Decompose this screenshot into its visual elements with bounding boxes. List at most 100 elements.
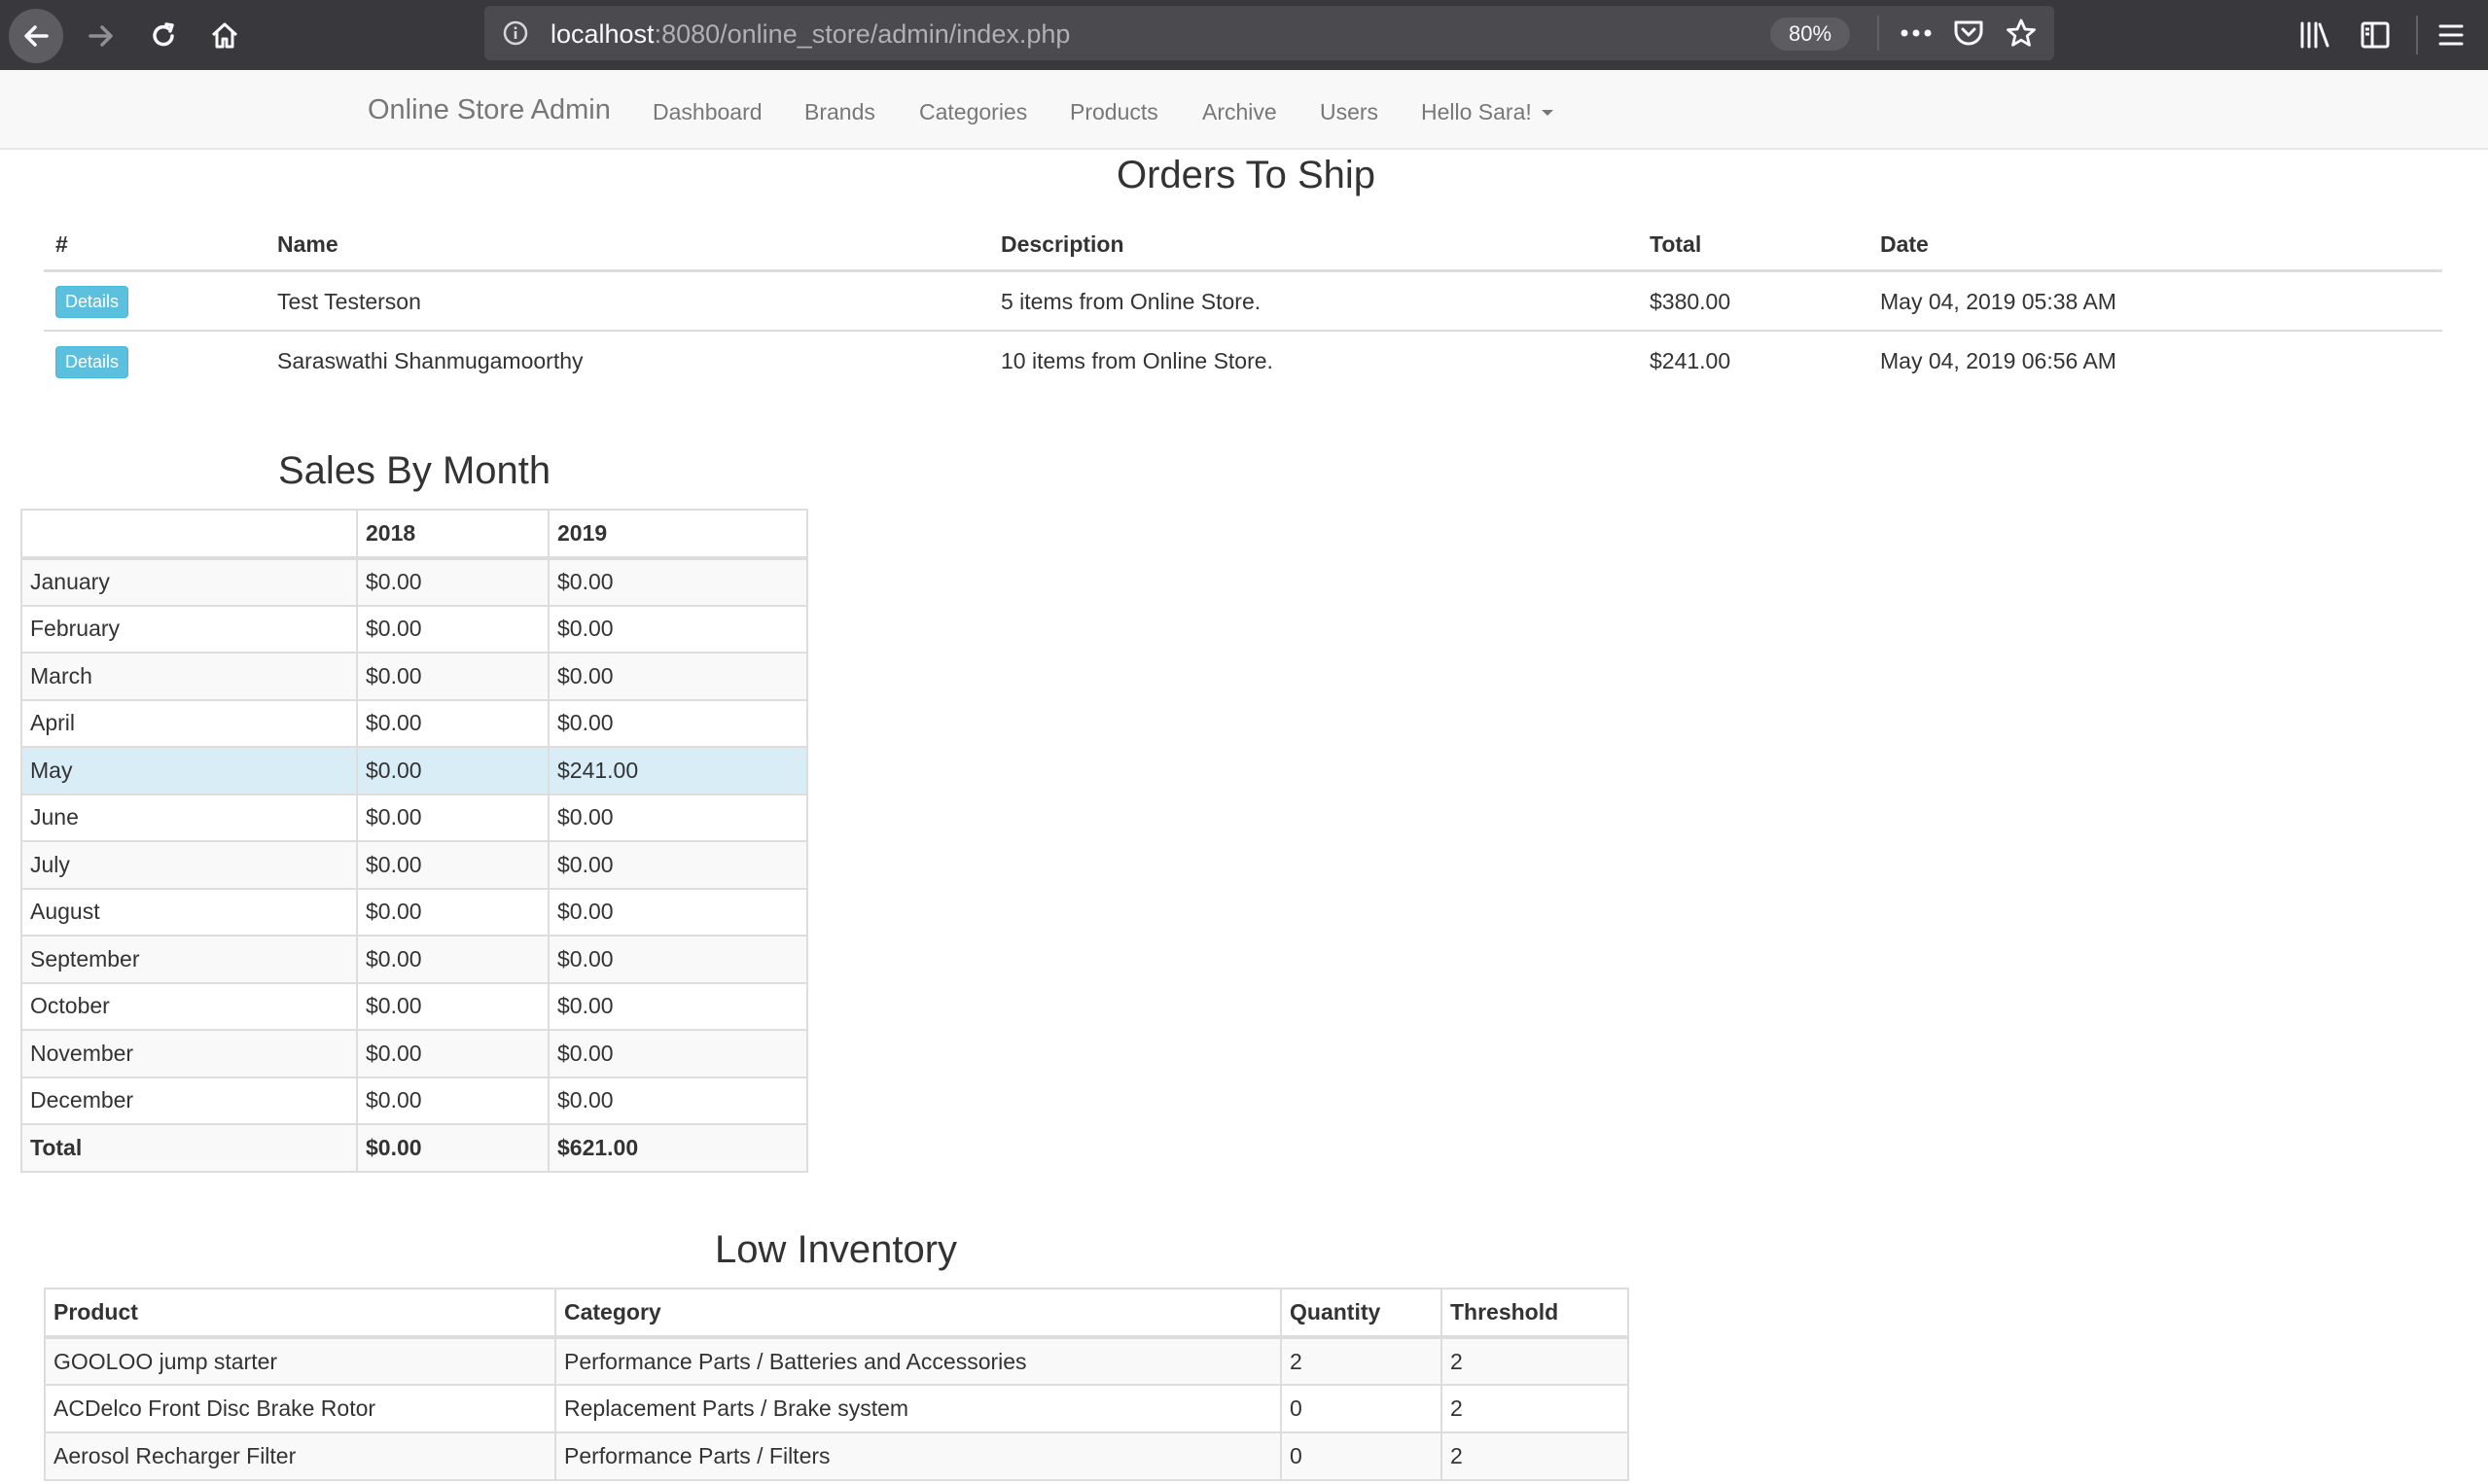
- inventory-table-body: GOOLOO jump starter Performance Parts / B…: [44, 1336, 1629, 1481]
- toolbar-separator: [2416, 16, 2418, 54]
- sales-value-2018: $0.00: [356, 1029, 550, 1078]
- sales-value-2019: $621.00: [548, 1123, 808, 1173]
- nav-link-users[interactable]: Users: [1320, 99, 1378, 125]
- star-icon: [2007, 18, 2036, 47]
- inventory-quantity: 0: [1280, 1384, 1442, 1433]
- caret-down-icon: [1541, 110, 1553, 116]
- sales-value-2018: $0.00: [356, 746, 550, 795]
- inventory-row: Aerosol Recharger Filter Performance Part…: [44, 1431, 1629, 1481]
- sales-month: November: [20, 1029, 358, 1078]
- details-button[interactable]: Details: [55, 346, 128, 378]
- main-menu-button[interactable]: [2432, 16, 2470, 54]
- order-row: Details Saraswathi Shanmugamoorthy 10 it…: [44, 332, 2442, 391]
- sales-value-2018: $0.00: [356, 557, 550, 607]
- sales-row: April $0.00 $0.00: [20, 698, 808, 748]
- sales-col-2019: 2019: [548, 509, 808, 560]
- orders-col-date: Date: [1880, 231, 1929, 257]
- nav-link-dashboard[interactable]: Dashboard: [653, 99, 763, 125]
- inventory-col-product: Product: [44, 1288, 556, 1339]
- sales-month: October: [20, 981, 358, 1031]
- home-button[interactable]: [197, 9, 252, 63]
- reload-button[interactable]: [136, 9, 191, 63]
- sales-row: January $0.00 $0.00: [20, 557, 808, 607]
- arrow-right-icon: [89, 25, 113, 47]
- sales-value-2019: $0.00: [548, 698, 808, 748]
- url-bar[interactable]: localhost:8080/online_store/admin/index.…: [484, 6, 2054, 60]
- sales-row: February $0.00 $0.00: [20, 604, 808, 654]
- sales-month: January: [20, 557, 358, 607]
- hamburger-menu-icon: [2438, 24, 2464, 46]
- sales-value-2019: $0.00: [548, 1029, 808, 1078]
- bookmark-star-button[interactable]: [2002, 16, 2041, 51]
- sales-month: June: [20, 793, 358, 842]
- sales-value-2018: $0.00: [356, 935, 550, 984]
- sales-col-2018: 2018: [356, 509, 550, 560]
- inventory-col-threshold: Threshold: [1440, 1288, 1629, 1339]
- inventory-quantity: 0: [1280, 1431, 1442, 1481]
- library-icon: [2300, 21, 2329, 49]
- inventory-threshold: 2: [1440, 1336, 1629, 1386]
- sales-month: December: [20, 1076, 358, 1125]
- order-name: Test Testerson: [277, 289, 421, 314]
- sales-value-2018: $0.00: [356, 840, 550, 890]
- sales-value-2018: $0.00: [356, 604, 550, 654]
- sidebar-icon: [2361, 21, 2390, 49]
- orders-col-total: Total: [1650, 231, 1702, 257]
- sales-title: Sales By Month: [278, 449, 551, 492]
- more-dots-icon: [1901, 29, 1932, 37]
- sales-month: May: [20, 746, 358, 795]
- sales-month: April: [20, 698, 358, 748]
- navbar-brand[interactable]: Online Store Admin: [368, 94, 611, 126]
- inventory-threshold: 2: [1440, 1384, 1629, 1433]
- url-separator: [1877, 16, 1879, 51]
- sales-value-2018: $0.00: [356, 652, 550, 701]
- inventory-category: Performance Parts / Batteries and Access…: [554, 1336, 1282, 1386]
- inventory-product: GOOLOO jump starter: [44, 1336, 556, 1386]
- orders-col-name: Name: [277, 231, 338, 257]
- info-icon: [503, 20, 528, 46]
- sales-table: 2018 2019 January $0.00 $0.00 February $0.00…: [20, 509, 808, 1173]
- sales-value-2019: $0.00: [548, 604, 808, 654]
- details-button[interactable]: Details: [55, 286, 128, 318]
- sales-value-2018: $0.00: [356, 1076, 550, 1125]
- zoom-level-badge[interactable]: 80%: [1770, 18, 1850, 51]
- library-button[interactable]: [2295, 16, 2334, 54]
- page-actions-button[interactable]: [1897, 16, 1936, 51]
- orders-col-description: Description: [1001, 231, 1124, 257]
- forward-button[interactable]: [74, 9, 128, 63]
- nav-link-brands[interactable]: Brands: [804, 99, 875, 125]
- sales-value-2019: $0.00: [548, 557, 808, 607]
- sales-month: March: [20, 652, 358, 701]
- sales-value-2019: $0.00: [548, 1076, 808, 1125]
- sales-value-2019: $0.00: [548, 652, 808, 701]
- sales-month: Total: [20, 1123, 358, 1173]
- url-text[interactable]: localhost:8080/online_store/admin/index.…: [551, 19, 1070, 50]
- pocket-button[interactable]: [1949, 16, 1988, 51]
- browser-toolbar: localhost:8080/online_store/admin/index.…: [0, 0, 2488, 70]
- sales-month: August: [20, 887, 358, 936]
- user-menu-dropdown[interactable]: Hello Sara!: [1421, 99, 1553, 125]
- inventory-table: Product Category Quantity Threshold GOOL…: [44, 1288, 1629, 1481]
- sales-row: March $0.00 $0.00: [20, 652, 808, 701]
- sales-value-2019: $0.00: [548, 935, 808, 984]
- sidebar-toggle-button[interactable]: [2356, 16, 2395, 54]
- nav-link-archive[interactable]: Archive: [1202, 99, 1277, 125]
- order-total: $241.00: [1650, 348, 1731, 373]
- orders-title: Orders To Ship: [1117, 154, 1376, 196]
- sales-row: December $0.00 $0.00: [20, 1076, 808, 1125]
- inventory-row: GOOLOO jump starter Performance Parts / B…: [44, 1336, 1629, 1386]
- sales-total-row: Total $0.00 $621.00: [20, 1123, 808, 1173]
- order-name: Saraswathi Shanmugamoorthy: [277, 348, 584, 373]
- app-navbar: Online Store Admin Dashboard Brands Cate…: [0, 70, 2488, 150]
- sales-month: July: [20, 840, 358, 890]
- inventory-title: Low Inventory: [715, 1228, 958, 1271]
- nav-link-products[interactable]: Products: [1070, 99, 1158, 125]
- nav-link-categories[interactable]: Categories: [919, 99, 1027, 125]
- back-button[interactable]: [9, 9, 63, 63]
- sales-value-2019: $0.00: [548, 840, 808, 890]
- reload-icon: [153, 22, 174, 47]
- order-description: 10 items from Online Store.: [1001, 348, 1273, 373]
- inventory-product: ACDelco Front Disc Brake Rotor: [44, 1384, 556, 1433]
- sales-row: May $0.00 $241.00: [20, 746, 808, 795]
- order-description: 5 items from Online Store.: [1001, 289, 1262, 314]
